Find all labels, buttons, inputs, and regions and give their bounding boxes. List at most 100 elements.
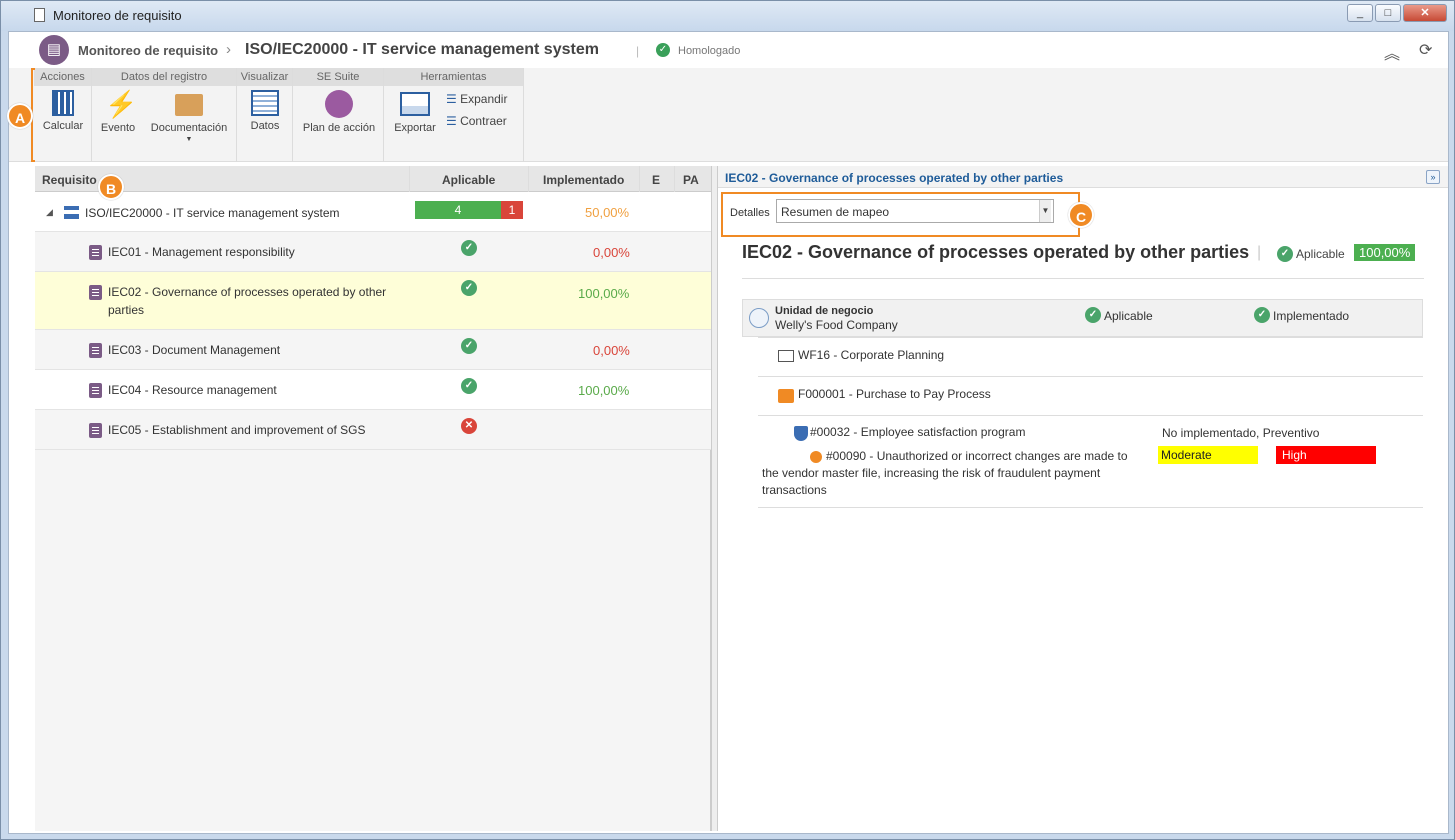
data-window-icon xyxy=(251,90,279,116)
row-label: IEC04 - Resource management xyxy=(108,383,277,397)
group-herramientas: Herramientas Exportar ☰ Expandir ☰ Contr… xyxy=(384,68,524,162)
list-item[interactable]: #00032 - Employee satisfaction program N… xyxy=(758,415,1423,508)
wf-label: WF16 - Corporate Planning xyxy=(798,348,945,362)
col-aplicable[interactable]: Aplicable xyxy=(442,173,495,187)
expandir-label: Expandir xyxy=(460,92,508,106)
divider xyxy=(742,278,1424,279)
program-label: #00032 - Employee satisfaction program xyxy=(810,425,1026,439)
calcular-button[interactable]: Calcular xyxy=(38,90,88,132)
status-badge: Homologado xyxy=(678,45,741,57)
group-visualizar: Visualizar Datos xyxy=(237,68,293,162)
title-bar: Monitoreo de requisito _ □ ✕ xyxy=(1,1,1454,31)
check-icon: ✓ xyxy=(461,378,477,394)
requirement-doc-icon xyxy=(89,383,102,398)
annotation-c: C xyxy=(1068,202,1094,228)
splitter[interactable] xyxy=(711,166,718,831)
plan-label: Plan de acción xyxy=(302,122,376,134)
not-applicable-count: 1 xyxy=(501,201,523,219)
row-label: ISO/IEC20000 - IT service management sys… xyxy=(85,206,340,220)
divider: | xyxy=(1257,244,1262,261)
requirement-app-icon: ▤ xyxy=(39,35,69,65)
exportar-button[interactable]: Exportar xyxy=(390,90,440,134)
table-row-selected[interactable]: IEC02 - Governance of processes operated… xyxy=(35,272,711,330)
contraer-button[interactable]: ☰ Contraer xyxy=(446,114,507,128)
expand-tree-icon: ☰ xyxy=(446,92,461,106)
chevron-down-icon[interactable]: ▼ xyxy=(1039,200,1051,222)
list-item[interactable]: WF16 - Corporate Planning xyxy=(758,337,1423,376)
ribbon-toolbar: Acciones Calcular Datos del registro ⚡ E… xyxy=(9,68,1448,162)
business-unit-icon xyxy=(749,308,769,328)
annotation-b: B xyxy=(98,174,124,200)
action-plan-icon xyxy=(325,90,353,118)
client-area: ▤ Monitoreo de requisito › ISO/IEC20000 … xyxy=(7,31,1449,834)
applicable-label: Aplicable xyxy=(1296,247,1345,261)
process-icon xyxy=(778,389,794,403)
datos-button[interactable]: Datos xyxy=(247,90,283,132)
collapse-tree-icon: ☰ xyxy=(446,114,461,128)
impl-value: 0,00% xyxy=(593,245,630,260)
evento-button[interactable]: ⚡ Evento xyxy=(98,90,138,134)
group-label: Acciones xyxy=(34,68,91,86)
refresh-icon[interactable]: ⟳ xyxy=(1419,40,1432,60)
group-se-suite: SE Suite Plan de acción xyxy=(293,68,384,162)
export-icon xyxy=(400,92,430,116)
bu-value: Welly's Food Company xyxy=(775,318,898,332)
risk-level-high: High xyxy=(1276,446,1376,464)
documentacion-button[interactable]: Documentación ▼ xyxy=(148,90,230,143)
table-row[interactable]: IEC03 - Document Management ✓ 0,00% xyxy=(35,330,711,370)
col-pa[interactable]: PA xyxy=(683,173,699,187)
evento-label: Evento xyxy=(100,122,136,134)
impl-value: 50,00% xyxy=(585,205,630,220)
bu-label: Unidad de negocio xyxy=(775,305,874,317)
breadcrumb-root[interactable]: Monitoreo de requisito xyxy=(78,43,218,58)
table-row[interactable]: IEC04 - Resource management ✓ 100,00% xyxy=(35,370,711,410)
annotation-a: A xyxy=(7,103,33,129)
business-unit-row: Unidad de negocio Welly's Food Company ✓… xyxy=(742,299,1423,337)
dropdown-arrow-icon: ▼ xyxy=(185,136,193,143)
risk-label: #00090 - Unauthorized or incorrect chang… xyxy=(762,449,1128,497)
table-row[interactable]: IEC05 - Establishment and improvement of… xyxy=(35,410,711,450)
minimize-button[interactable]: _ xyxy=(1347,4,1373,22)
col-e[interactable]: E xyxy=(652,173,660,187)
group-datos-registro: Datos del registro ⚡ Evento Documentació… xyxy=(92,68,237,162)
datos-label: Datos xyxy=(250,120,280,132)
window-title: Monitoreo de requisito xyxy=(53,8,182,23)
col-requisito[interactable]: Requisito xyxy=(42,173,97,187)
tree-collapse-icon[interactable]: ◢ xyxy=(46,203,53,221)
list-item[interactable]: F000001 - Purchase to Pay Process xyxy=(758,376,1423,415)
lightning-icon: ⚡ xyxy=(105,89,138,119)
applicable-count: 4 xyxy=(415,201,501,219)
group-label: SE Suite xyxy=(293,68,383,86)
maximize-button[interactable]: □ xyxy=(1375,4,1401,22)
applicability-bar: 4 1 xyxy=(415,201,523,219)
chevron-right-icon: › xyxy=(226,41,231,58)
plan-accion-button[interactable]: Plan de acción xyxy=(299,90,379,134)
table-row[interactable]: IEC01 - Management responsibility ✓ 0,00… xyxy=(35,232,711,272)
check-badge-icon: ✓ xyxy=(656,43,670,57)
tree-structure-icon xyxy=(64,206,79,219)
page-title: ISO/IEC20000 - IT service management sys… xyxy=(245,41,599,58)
table-row[interactable]: ◢ ISO/IEC20000 - IT service management s… xyxy=(35,192,711,232)
cross-icon: ✕ xyxy=(461,418,477,434)
details-select[interactable]: Resumen de mapeo xyxy=(776,199,1054,223)
check-icon: ✓ xyxy=(461,240,477,256)
collapse-panel-icon[interactable]: » xyxy=(1426,170,1440,184)
col-implementado[interactable]: Implementado xyxy=(543,173,624,187)
check-icon: ✓ xyxy=(1254,307,1270,323)
close-button[interactable]: ✕ xyxy=(1403,4,1447,22)
check-icon: ✓ xyxy=(1277,246,1293,262)
col-aplicable-label: Aplicable xyxy=(1104,309,1153,323)
check-icon: ✓ xyxy=(461,280,477,296)
row-label: IEC01 - Management responsibility xyxy=(108,245,295,259)
folder-clip-icon xyxy=(175,94,203,116)
process-label: F000001 - Purchase to Pay Process xyxy=(798,387,991,401)
program-shield-icon xyxy=(794,426,808,441)
requirement-doc-icon xyxy=(89,423,102,438)
divider: | xyxy=(636,44,640,58)
check-icon: ✓ xyxy=(1085,307,1101,323)
check-icon: ✓ xyxy=(461,338,477,354)
collapse-up-icon[interactable]: ︽ xyxy=(1384,40,1400,64)
calculator-icon xyxy=(52,90,74,116)
requirements-grid: Requisito Aplicable Implementado E PA ◢ … xyxy=(35,166,711,831)
expandir-button[interactable]: ☰ Expandir xyxy=(446,92,507,106)
